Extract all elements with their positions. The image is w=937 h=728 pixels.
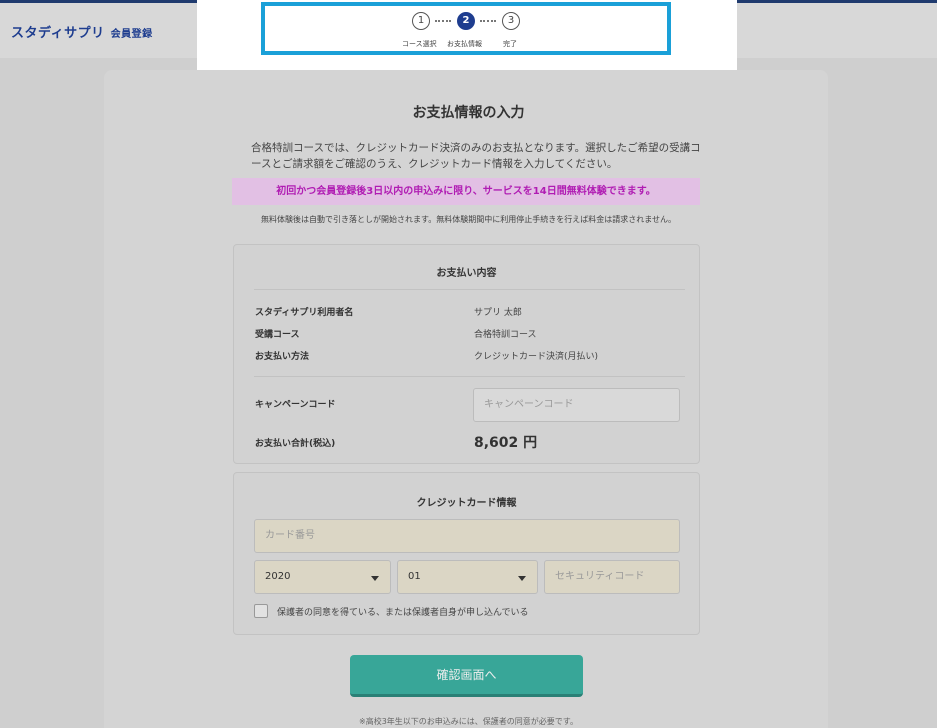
payment-method-value: クレジットカード決済(月払い) — [474, 352, 599, 362]
expiry-year-select[interactable]: 2020 — [254, 560, 391, 594]
consent-label[interactable]: 保護者の同意を得ている、または保護者自身が申し込んでいる — [277, 605, 529, 618]
course-label: 受講コース — [255, 330, 300, 340]
campaign-code-input[interactable]: キャンペーンコード — [473, 388, 680, 422]
total-amount: 8,602 円 — [474, 435, 538, 451]
credit-card-title: クレジットカード情報 — [416, 498, 517, 509]
logo-text: スタディサプリ — [11, 26, 105, 41]
progress-stepper: 1 2 3 コース選択 お支払情報 完了 — [261, 2, 671, 55]
total-label: お支払い合計(税込) — [255, 439, 336, 449]
step-1-indicator: 1 — [412, 12, 430, 30]
chevron-down-icon — [371, 576, 379, 581]
expiry-month-select[interactable]: 01 — [397, 560, 538, 594]
campaign-code-label: キャンペーンコード — [255, 400, 336, 410]
step-1-label: コース選択 — [402, 40, 437, 48]
step-connector — [480, 20, 496, 22]
intro-text: 合格特訓コースでは、クレジットカード決済のみのお支払となります。選択したご希望の… — [251, 142, 701, 170]
chevron-down-icon — [518, 576, 526, 581]
step-3-indicator: 3 — [502, 12, 520, 30]
expiry-year-value: 2020 — [265, 571, 291, 582]
payment-summary-title: お支払い内容 — [436, 268, 497, 279]
promo-banner: 初回かつ会員登録後3日以内の申込みに限り、サービスを14日間無料体験できます。 — [232, 178, 700, 205]
logo-subtitle: 会員登録 — [110, 29, 153, 40]
divider — [254, 376, 685, 377]
user-name-value: サプリ 太郎 — [474, 308, 522, 318]
step-2-indicator: 2 — [457, 12, 475, 30]
step-3-label: 完了 — [503, 40, 517, 48]
security-code-input[interactable]: セキュリティコード — [544, 560, 680, 594]
credit-card-panel: クレジットカード情報 カード番号 2020 01 セキュリティコード 保護者の同… — [233, 472, 700, 635]
expiry-month-value: 01 — [408, 571, 421, 582]
card-number-input[interactable]: カード番号 — [254, 519, 680, 553]
payment-summary-panel: お支払い内容 スタディサプリ利用者名 サプリ 太郎 受講コース 合格特訓コース … — [233, 244, 700, 464]
step-2-label: お支払情報 — [447, 40, 482, 48]
divider — [254, 289, 685, 290]
step-connector — [435, 20, 451, 22]
site-logo[interactable]: スタディサプリ 会員登録 — [11, 22, 153, 41]
payment-method-label: お支払い方法 — [255, 352, 310, 362]
consent-checkbox[interactable] — [254, 604, 268, 618]
confirm-button[interactable]: 確認画面へ — [350, 655, 583, 697]
user-name-label: スタディサプリ利用者名 — [255, 308, 354, 318]
page-title: お支払情報の入力 — [412, 105, 525, 121]
trial-note: 無料体験後は自動で引き落としが開始されます。無料体験期間中に利用停止手続きを行え… — [261, 215, 676, 224]
footer-note: ※高校3年生以下のお申込みには、保護者の同意が必要です。 — [359, 717, 578, 726]
course-value: 合格特訓コース — [474, 330, 537, 340]
